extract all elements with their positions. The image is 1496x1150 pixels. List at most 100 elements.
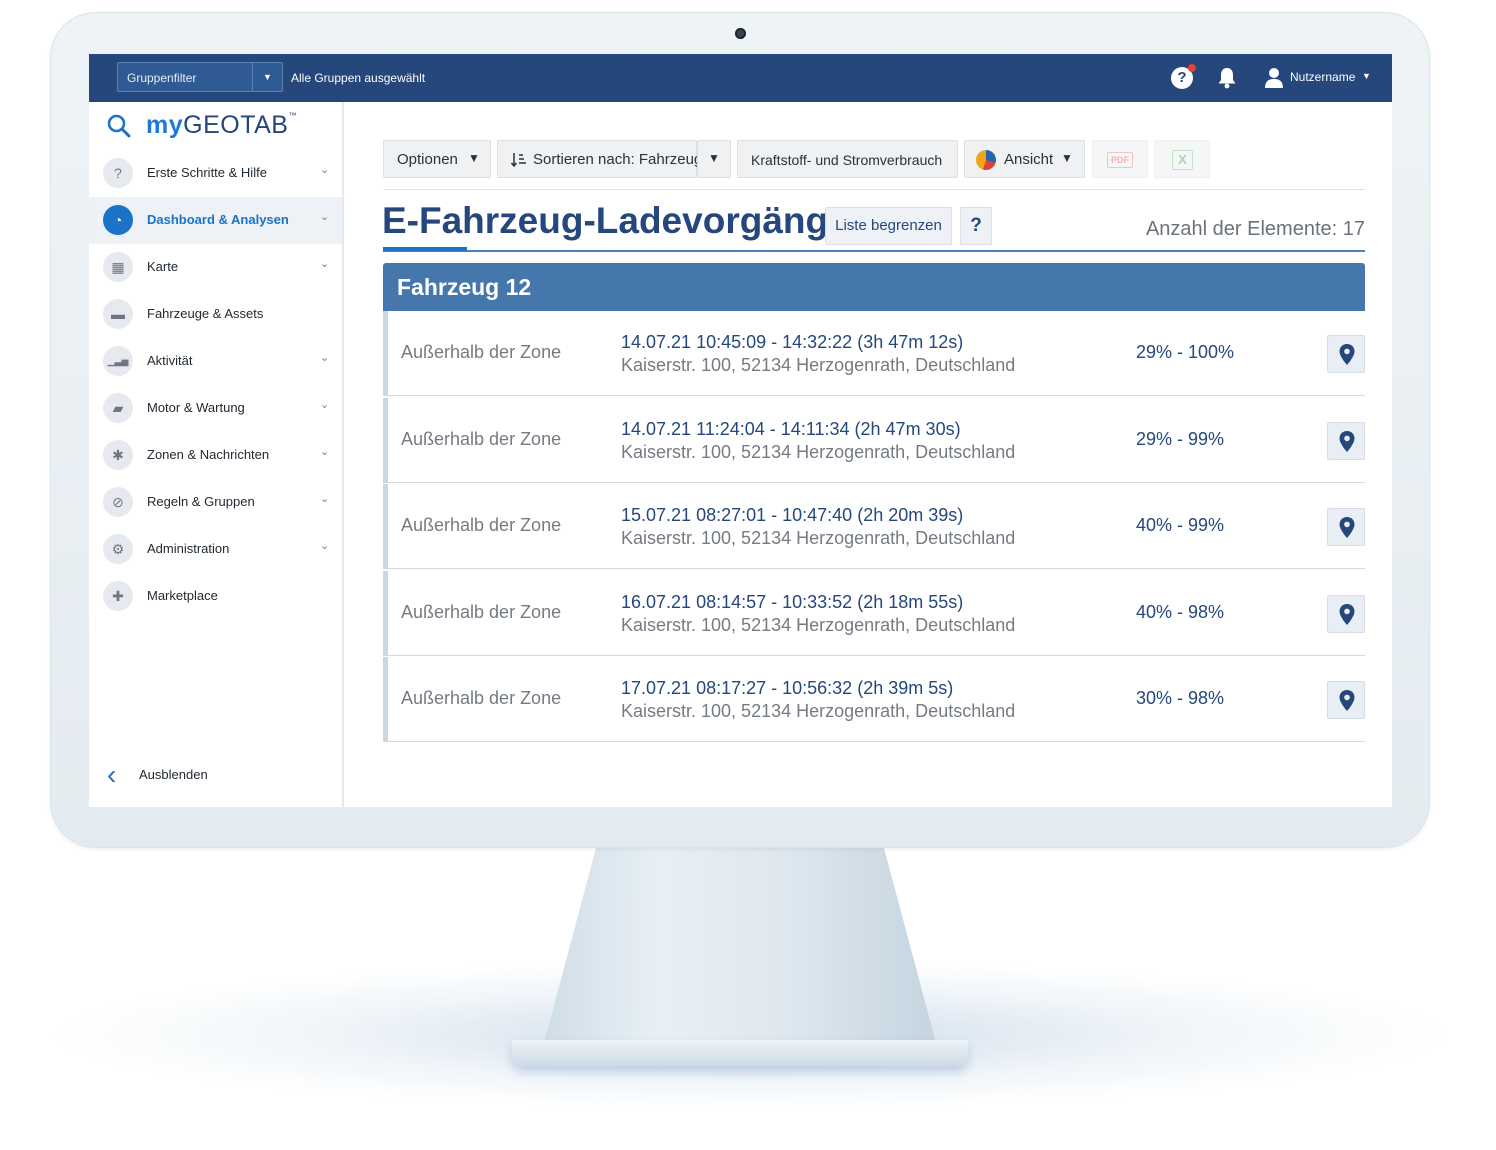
chevron-down-icon[interactable]: ⌄ — [320, 398, 329, 411]
toolbar-divider — [383, 189, 1365, 190]
show-on-map-button[interactable] — [1327, 508, 1365, 546]
row-indicator-bar — [383, 657, 388, 741]
fuel-energy-button[interactable]: Kraftstoff- und Stromverbrauch — [737, 140, 958, 178]
user-menu-chevron-icon[interactable]: ▼ — [1362, 71, 1371, 81]
sidebar-item-engine[interactable]: ▰ Motor & Wartung ⌄ — [89, 385, 342, 432]
truck-icon: ▬ — [103, 299, 133, 329]
chevron-down-icon[interactable]: ⌄ — [320, 539, 329, 552]
page-help-button[interactable]: ? — [960, 207, 992, 245]
sidebar-item-truck[interactable]: ▬ Fahrzeuge & Assets — [89, 291, 342, 338]
table-row[interactable]: Außerhalb der Zone 15.07.21 08:27:01 - 10… — [383, 484, 1365, 569]
map-pin-icon — [1339, 344, 1355, 365]
item-count: Anzahl der Elemente: 17 — [1145, 218, 1365, 240]
help-circle-icon[interactable]: ? — [1171, 64, 1196, 89]
export-pdf-button[interactable]: PDF — [1092, 140, 1148, 178]
row-indicator-bar — [383, 484, 388, 568]
charge-range: 40% - 99% — [1136, 515, 1225, 535]
mygeotab-logo: myGEOTAB™ — [146, 111, 297, 139]
sidebar-item-marketplace-pin[interactable]: ✚ Marketplace — [89, 573, 342, 620]
sidebar-item-label: Dashboard & Analysen — [147, 212, 289, 227]
show-on-map-button[interactable] — [1327, 594, 1365, 633]
chevron-down-icon[interactable]: ▼ — [252, 63, 282, 91]
row-indicator-bar — [383, 570, 388, 655]
export-excel-button[interactable]: X — [1154, 140, 1210, 178]
notification-dot — [1188, 64, 1196, 72]
chevron-down-icon[interactable]: ⌄ — [320, 445, 329, 458]
session-time-link[interactable]: 14.07.21 10:45:09 - 14:32:22 (3h 47m 12s… — [621, 332, 963, 353]
session-address: Kaiserstr. 100, 52134 Herzogenrath, Deut… — [621, 355, 1016, 375]
fuel-energy-label: Kraftstoff- und Stromverbrauch — [751, 152, 943, 168]
session-address: Kaiserstr. 100, 52134 Herzogenrath, Deut… — [621, 528, 1016, 548]
chevron-down-icon[interactable]: ⌄ — [320, 257, 329, 270]
chevron-down-icon: ▼ — [1061, 151, 1073, 165]
zone-status: Außerhalb der Zone — [401, 342, 562, 362]
session-time-link[interactable]: 17.07.21 08:17:27 - 10:56:32 (2h 39m 5s) — [621, 678, 953, 699]
zone-status: Außerhalb der Zone — [401, 515, 562, 535]
dashboard-gauge-icon: ◔ — [103, 205, 133, 235]
chevron-down-icon[interactable]: ⌄ — [320, 492, 329, 505]
webcam — [735, 28, 746, 39]
user-icon[interactable] — [1263, 66, 1285, 90]
sort-dropdown-button[interactable]: ▼ — [697, 140, 731, 178]
vehicle-group-header[interactable]: Fahrzeug 12 — [383, 263, 1365, 311]
search-icon[interactable] — [106, 113, 132, 139]
view-button[interactable]: Ansicht ▼ — [964, 140, 1085, 178]
show-on-map-button[interactable] — [1327, 681, 1365, 719]
bell-icon[interactable] — [1216, 66, 1238, 90]
sidebar: myGEOTAB™ ? Erste Schritte & Hilfe ⌄ ◔ Dashb… — [89, 102, 344, 807]
monitor-stand — [540, 848, 940, 1058]
map-icon: ▦ — [103, 252, 133, 282]
sidebar-item-dashboard-gauge[interactable]: ◔ Dashboard & Analysen ⌄ — [89, 197, 342, 244]
sort-button[interactable]: Sortieren nach: Fahrzeug — [497, 140, 702, 178]
sidebar-item-activity-chart[interactable]: ▁▃▅ Aktivität ⌄ — [89, 338, 342, 385]
page-title: E-Fahrzeug-Ladevorgänge — [382, 200, 849, 241]
table-row[interactable]: Außerhalb der Zone 17.07.21 08:17:27 - 10… — [383, 657, 1365, 742]
zone-status: Außerhalb der Zone — [401, 428, 562, 449]
collapse-sidebar-label: Ausblenden — [139, 767, 208, 782]
chevron-down-icon: ▼ — [708, 151, 720, 165]
row-indicator-bar — [383, 397, 388, 482]
zones-icon: ✱ — [103, 440, 133, 470]
chevron-left-icon: ‹ — [107, 759, 117, 790]
table-row[interactable]: Außerhalb der Zone 14.07.21 10:45:09 - 14… — [383, 311, 1365, 396]
chevron-down-icon[interactable]: ⌄ — [320, 163, 329, 176]
question-icon: ? — [103, 158, 133, 188]
username[interactable]: Nutzername — [1290, 70, 1355, 84]
map-pin-icon — [1339, 690, 1355, 711]
help-glyph: ? — [1177, 69, 1187, 86]
session-time-link[interactable]: 14.07.21 11:24:04 - 14:11:34 (2h 47m 30s… — [621, 419, 961, 440]
view-label: Ansicht — [1004, 151, 1054, 168]
collapse-sidebar-button[interactable]: ‹ Ausblenden — [89, 755, 342, 795]
show-on-map-button[interactable] — [1327, 335, 1365, 373]
charge-range: 29% - 99% — [1136, 428, 1225, 449]
sidebar-item-label: Karte — [147, 259, 179, 274]
options-button[interactable]: Optionen ▼ — [383, 140, 491, 178]
table-row[interactable]: Außerhalb der Zone 14.07.21 11:24:04 - 14… — [383, 397, 1365, 483]
session-time-link[interactable]: 16.07.21 08:14:57 - 10:33:52 (2h 18m 55s… — [621, 592, 963, 613]
show-on-map-button[interactable] — [1327, 421, 1365, 460]
group-filter-select[interactable]: Gruppenfilter ▼ — [117, 62, 283, 92]
table-row[interactable]: Außerhalb der Zone 16.07.21 08:14:57 - 10… — [383, 570, 1365, 656]
sidebar-item-rules[interactable]: ⊘ Regeln & Gruppen ⌄ — [89, 479, 342, 526]
sidebar-item-label: Regeln & Gruppen — [147, 494, 255, 509]
charge-range: 29% - 100% — [1136, 342, 1235, 362]
monitor-base — [512, 1040, 968, 1066]
limit-list-button[interactable]: Liste begrenzen — [825, 207, 952, 245]
sidebar-item-zones[interactable]: ✱ Zonen & Nachrichten ⌄ — [89, 432, 342, 479]
title-accent-underline — [383, 247, 467, 251]
sidebar-item-label: Erste Schritte & Hilfe — [147, 165, 267, 180]
sidebar-item-label: Administration — [147, 541, 230, 556]
map-pin-icon — [1339, 430, 1355, 452]
excel-icon: X — [1172, 150, 1193, 170]
sort-icon — [511, 153, 526, 168]
sidebar-item-question[interactable]: ? Erste Schritte & Hilfe ⌄ — [89, 150, 342, 197]
chevron-down-icon[interactable]: ⌄ — [320, 351, 329, 364]
chevron-down-icon[interactable]: ⌄ — [320, 210, 329, 223]
top-bar: Gruppenfilter ▼ Alle Gruppen ausgewählt … — [89, 54, 1392, 102]
session-time-link[interactable]: 15.07.21 08:27:01 - 10:47:40 (2h 20m 39s… — [621, 505, 963, 526]
charge-range: 30% - 98% — [1136, 688, 1225, 708]
sidebar-item-label: Fahrzeuge & Assets — [147, 306, 264, 321]
sidebar-item-gear[interactable]: ⚙ Administration ⌄ — [89, 526, 342, 573]
sidebar-item-map[interactable]: ▦ Karte ⌄ — [89, 244, 342, 291]
title-divider — [383, 250, 1365, 252]
